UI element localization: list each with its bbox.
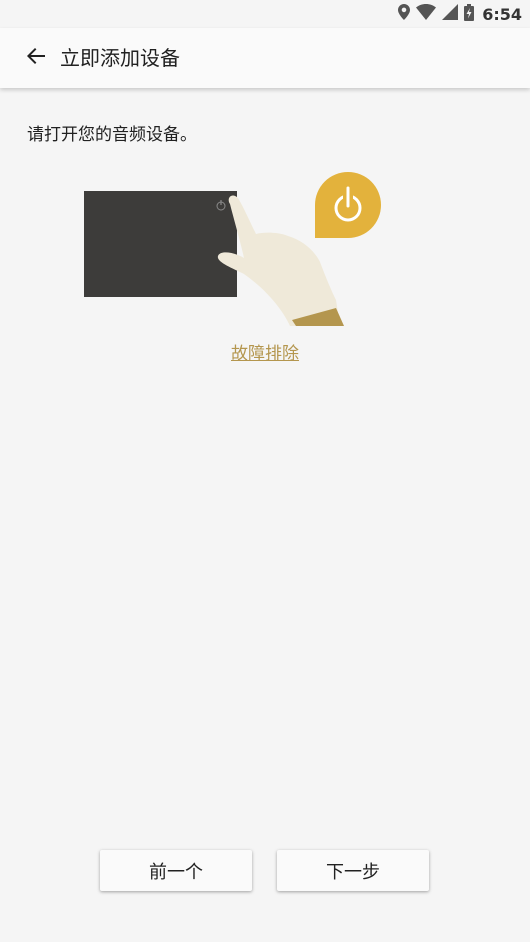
battery-charging-icon [464, 3, 475, 25]
next-button[interactable]: 下一步 [277, 850, 429, 891]
status-time: 6:54 [482, 4, 522, 24]
app-bar: 立即添加设备 [0, 28, 530, 88]
audio-device-shape [84, 191, 237, 297]
cell-signal-icon [442, 4, 459, 24]
page-title: 立即添加设备 [60, 46, 180, 70]
power-badge-icon [315, 172, 381, 238]
instruction-text: 请打开您的音频设备。 [27, 125, 197, 145]
status-icons: 6:54 [398, 3, 522, 25]
power-on-illustration [84, 170, 384, 330]
wifi-icon [416, 4, 437, 24]
troubleshoot-container: 故障排除 [0, 339, 530, 364]
back-button[interactable] [14, 36, 58, 80]
status-bar: 6:54 [0, 0, 530, 28]
location-icon [398, 4, 411, 24]
troubleshoot-link[interactable]: 故障排除 [231, 344, 299, 364]
previous-button[interactable]: 前一个 [100, 850, 252, 891]
arrow-back-icon [26, 46, 46, 70]
